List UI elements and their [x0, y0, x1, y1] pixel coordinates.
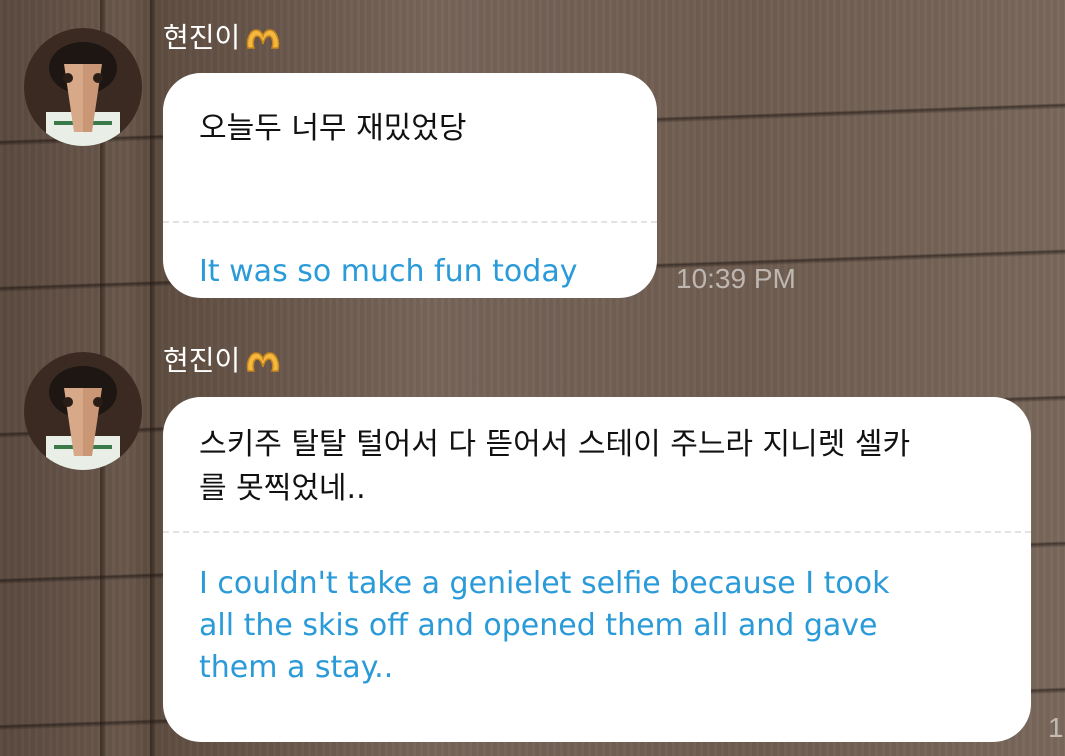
- sender-name: 현진이: [163, 20, 282, 56]
- avatar[interactable]: [24, 28, 142, 146]
- heart-hands-emoji-icon: [247, 352, 280, 372]
- message-translation-line: them a stay..: [199, 650, 394, 685]
- sender-name-text: 현진이: [163, 344, 241, 377]
- avatar[interactable]: [24, 352, 142, 470]
- message-original-text: 오늘두 너무 재밌었당: [199, 111, 467, 146]
- message-original-text: 스키주 탈탈 털어서 다 뜯어서 스테이 주느라 지니렛 셀카 를 못찍었네..: [163, 397, 1031, 511]
- message-translation-line: I couldn't take a genielet selfie becaus…: [199, 566, 890, 601]
- message-bubble[interactable]: 스키주 탈탈 털어서 다 뜯어서 스테이 주느라 지니렛 셀카 를 못찍었네..…: [163, 397, 1031, 742]
- heart-hands-emoji-icon: [247, 29, 280, 49]
- message-original-line: 를 못찍었네..: [199, 471, 366, 506]
- message-translation-text: I couldn't take a genielet selfie becaus…: [163, 533, 1031, 689]
- message-translation-line: all the skis off and opened them all and…: [199, 608, 878, 643]
- avatar-photo-icon: [24, 352, 142, 470]
- background-plank-seam: [150, 0, 156, 756]
- sender-name: 현진이: [163, 343, 282, 379]
- avatar-photo-icon: [24, 28, 142, 146]
- sender-name-text: 현진이: [163, 21, 241, 54]
- message-timestamp: 1: [1048, 712, 1064, 743]
- message-translation-text: It was so much fun today: [199, 254, 578, 289]
- message-original-line: 스키주 탈탈 털어서 다 뜯어서 스테이 주느라 지니렛 셀카: [199, 427, 911, 462]
- message-timestamp: 10:39 PM: [676, 263, 796, 294]
- message-bubble[interactable]: 오늘두 너무 재밌었당 It was so much fun today: [163, 73, 657, 298]
